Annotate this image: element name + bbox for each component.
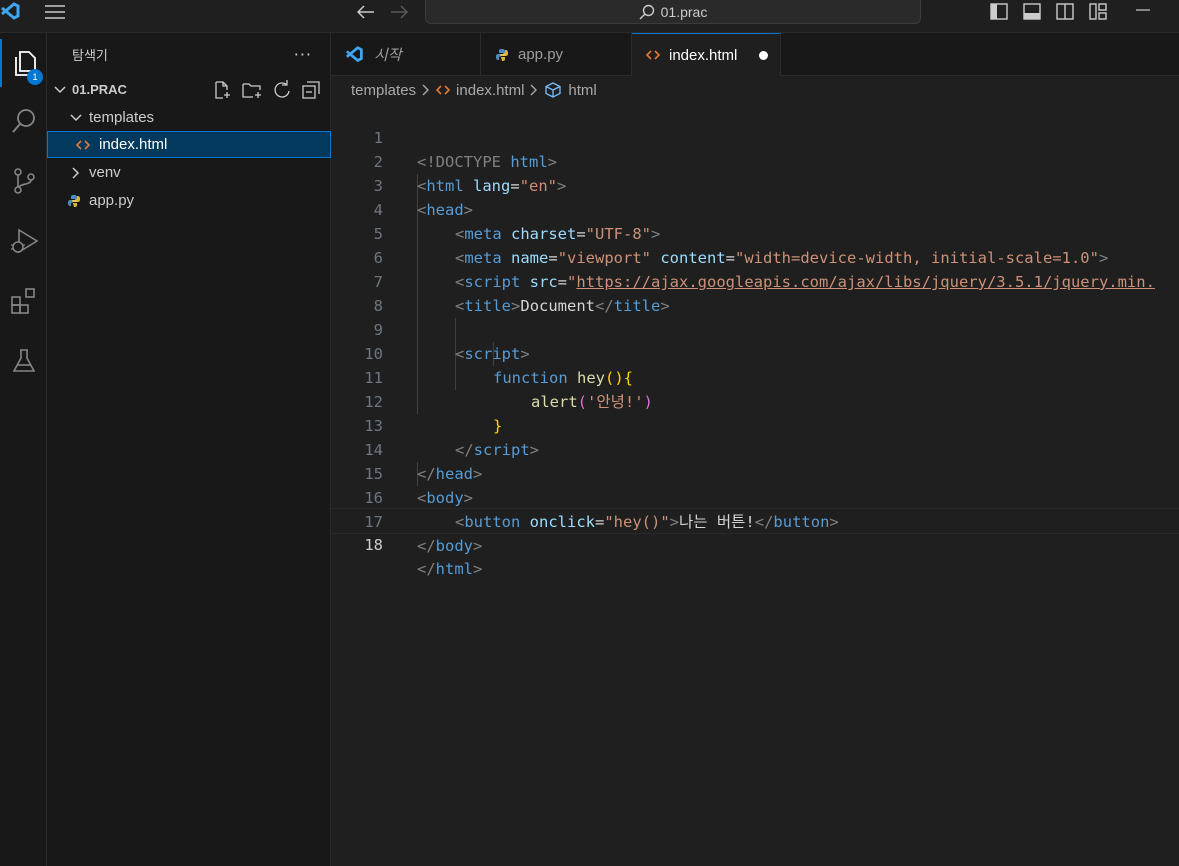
code-line: 9 <script> — [331, 294, 1179, 363]
html-file-icon — [646, 49, 660, 61]
chevron-right-icon — [422, 84, 430, 96]
python-file-icon — [495, 48, 509, 62]
tab-label: 시작 — [374, 47, 402, 64]
toggle-panel-icon[interactable] — [1021, 0, 1043, 22]
python-file-icon — [67, 194, 81, 208]
html-file-icon — [76, 139, 90, 151]
chevron-down-icon — [69, 113, 83, 122]
code-line: 1 <!DOCTYPE html> — [331, 102, 1179, 171]
more-actions-icon[interactable]: ··· — [294, 45, 312, 64]
code-line: 7 <title>Document</title> — [331, 246, 1179, 315]
explorer-sidebar: 탐색기 ··· 01.PRAC templates index.html ven… — [47, 33, 331, 866]
tag-close: > — [473, 537, 483, 555]
refresh-icon[interactable] — [272, 80, 292, 100]
title-bar: 01.prac — [0, 0, 1179, 33]
tag-open: </ — [417, 560, 436, 578]
code-line-current: 18 </html> — [331, 508, 1179, 578]
code-line: 5 <meta name="viewport" content="width=d… — [331, 198, 1179, 267]
back-arrow-icon[interactable] — [355, 2, 377, 22]
explorer-actions — [212, 80, 321, 100]
root-folder-label: 01.PRAC — [72, 82, 127, 97]
editor-tabs: 시작 app.py index.html — [331, 33, 1179, 76]
tab-welcome[interactable]: 시작 — [331, 33, 481, 76]
testing-icon[interactable] — [0, 337, 47, 385]
code-line: 15 <body> — [331, 438, 1179, 507]
tag-name: html — [435, 560, 473, 578]
chevron-right-icon — [69, 166, 83, 179]
tree-item-venv[interactable]: venv — [47, 159, 331, 186]
code-line: 12 } — [331, 366, 1179, 435]
code-line: 3 <head> — [331, 150, 1179, 219]
forward-arrow-icon[interactable] — [388, 2, 410, 22]
tab-label: index.html — [669, 46, 738, 64]
search-activity-icon[interactable] — [0, 97, 47, 145]
tab-app-py[interactable]: app.py — [481, 33, 632, 76]
breadcrumb-file[interactable]: index.html — [456, 82, 524, 99]
extensions-icon[interactable] — [0, 277, 47, 325]
tag-close: > — [473, 560, 483, 578]
tree-item-app-py[interactable]: app.py — [47, 187, 331, 214]
tab-index-html[interactable]: index.html — [632, 33, 781, 76]
code-line: 11 alert('안녕!') — [331, 342, 1179, 411]
code-line: 16 <button onclick="hey()">나는 버튼!</butto… — [331, 462, 1179, 531]
tag-name: body — [435, 537, 473, 555]
activity-bar: 1 — [0, 33, 47, 866]
toggle-primary-sidebar-icon[interactable] — [988, 0, 1010, 22]
symbol-element-icon — [545, 82, 562, 98]
line-number: 18 — [364, 536, 383, 554]
tree-item-label: venv — [89, 164, 121, 181]
code-line: 6 <script src="https://ajax.googleapis.c… — [331, 222, 1179, 291]
command-center[interactable]: 01.prac — [425, 0, 921, 24]
tree-item-label: templates — [89, 109, 155, 126]
code-line: 13 </script> — [331, 390, 1179, 459]
tree-item-label: app.py — [89, 192, 135, 209]
run-debug-icon[interactable] — [0, 217, 47, 265]
toggle-secondary-sidebar-icon[interactable] — [1054, 0, 1076, 22]
code-line: 14 </head> — [331, 414, 1179, 483]
collapse-all-icon[interactable] — [301, 80, 321, 100]
new-file-icon[interactable] — [212, 80, 232, 100]
tree-item-index-html[interactable]: index.html — [47, 131, 331, 158]
explorer-root-folder[interactable]: 01.PRAC — [47, 76, 331, 103]
html-file-icon — [436, 85, 451, 95]
code-line: 2 <html lang="en"> — [331, 126, 1179, 195]
code-line: 17 </body> — [331, 486, 1179, 555]
tree-item-templates[interactable]: templates — [47, 104, 331, 131]
tree-item-label: index.html — [99, 136, 168, 153]
vscode-logo-icon — [0, 0, 22, 24]
explorer-title: 탐색기 — [72, 48, 108, 64]
minimize-icon[interactable] — [1132, 0, 1154, 20]
customize-layout-icon[interactable] — [1087, 0, 1109, 22]
code-line: 8 — [331, 270, 1179, 315]
explorer-header: 탐색기 — [47, 33, 331, 75]
chevron-right-icon — [530, 84, 538, 96]
explorer-badge: 1 — [27, 69, 43, 85]
search-icon — [639, 4, 654, 19]
breadcrumb-folder[interactable]: templates — [351, 82, 416, 99]
code-editor[interactable]: 1 <!DOCTYPE html> 2 <html lang="en"> 3 <… — [331, 102, 1179, 866]
chevron-down-icon — [53, 85, 67, 94]
command-center-label: 01.prac — [660, 3, 708, 20]
vscode-logo-icon — [345, 45, 365, 65]
tab-label: app.py — [518, 46, 564, 63]
tag-open: </ — [417, 537, 436, 555]
unsaved-dot-icon[interactable] — [759, 51, 768, 60]
code-line: 10 function hey(){ — [331, 318, 1179, 387]
menu-icon[interactable] — [42, 2, 68, 22]
code-line: 4 <meta charset="UTF-8"> — [331, 174, 1179, 243]
breadcrumb-symbol[interactable]: html — [568, 82, 596, 99]
new-folder-icon[interactable] — [241, 80, 263, 100]
explorer-activity-icon[interactable]: 1 — [0, 39, 47, 87]
source-control-icon[interactable] — [0, 157, 47, 205]
breadcrumb: templates index.html html — [351, 79, 597, 101]
